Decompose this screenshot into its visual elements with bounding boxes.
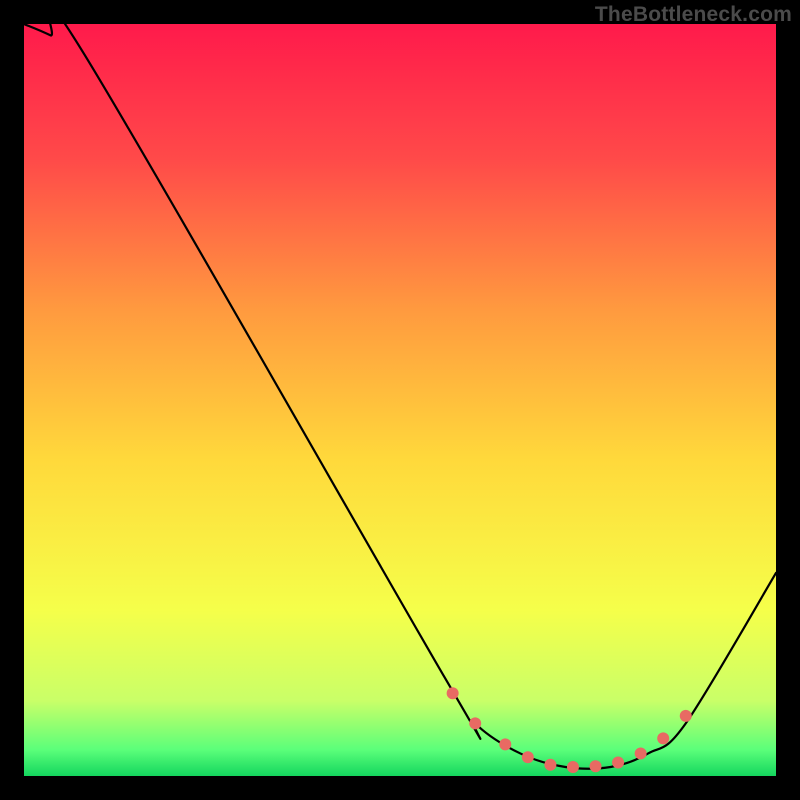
highlight-marker xyxy=(499,738,511,750)
highlight-marker xyxy=(544,759,556,771)
highlight-marker xyxy=(680,710,692,722)
gradient-background xyxy=(24,24,776,776)
chart-svg xyxy=(24,24,776,776)
highlight-marker xyxy=(469,717,481,729)
highlight-marker xyxy=(657,732,669,744)
highlight-marker xyxy=(567,761,579,773)
chart-frame: TheBottleneck.com xyxy=(0,0,800,800)
highlight-marker xyxy=(612,756,624,768)
highlight-marker xyxy=(590,760,602,772)
plot-area xyxy=(24,24,776,776)
highlight-marker xyxy=(635,747,647,759)
highlight-marker xyxy=(447,687,459,699)
watermark-text: TheBottleneck.com xyxy=(595,3,792,27)
highlight-marker xyxy=(522,751,534,763)
